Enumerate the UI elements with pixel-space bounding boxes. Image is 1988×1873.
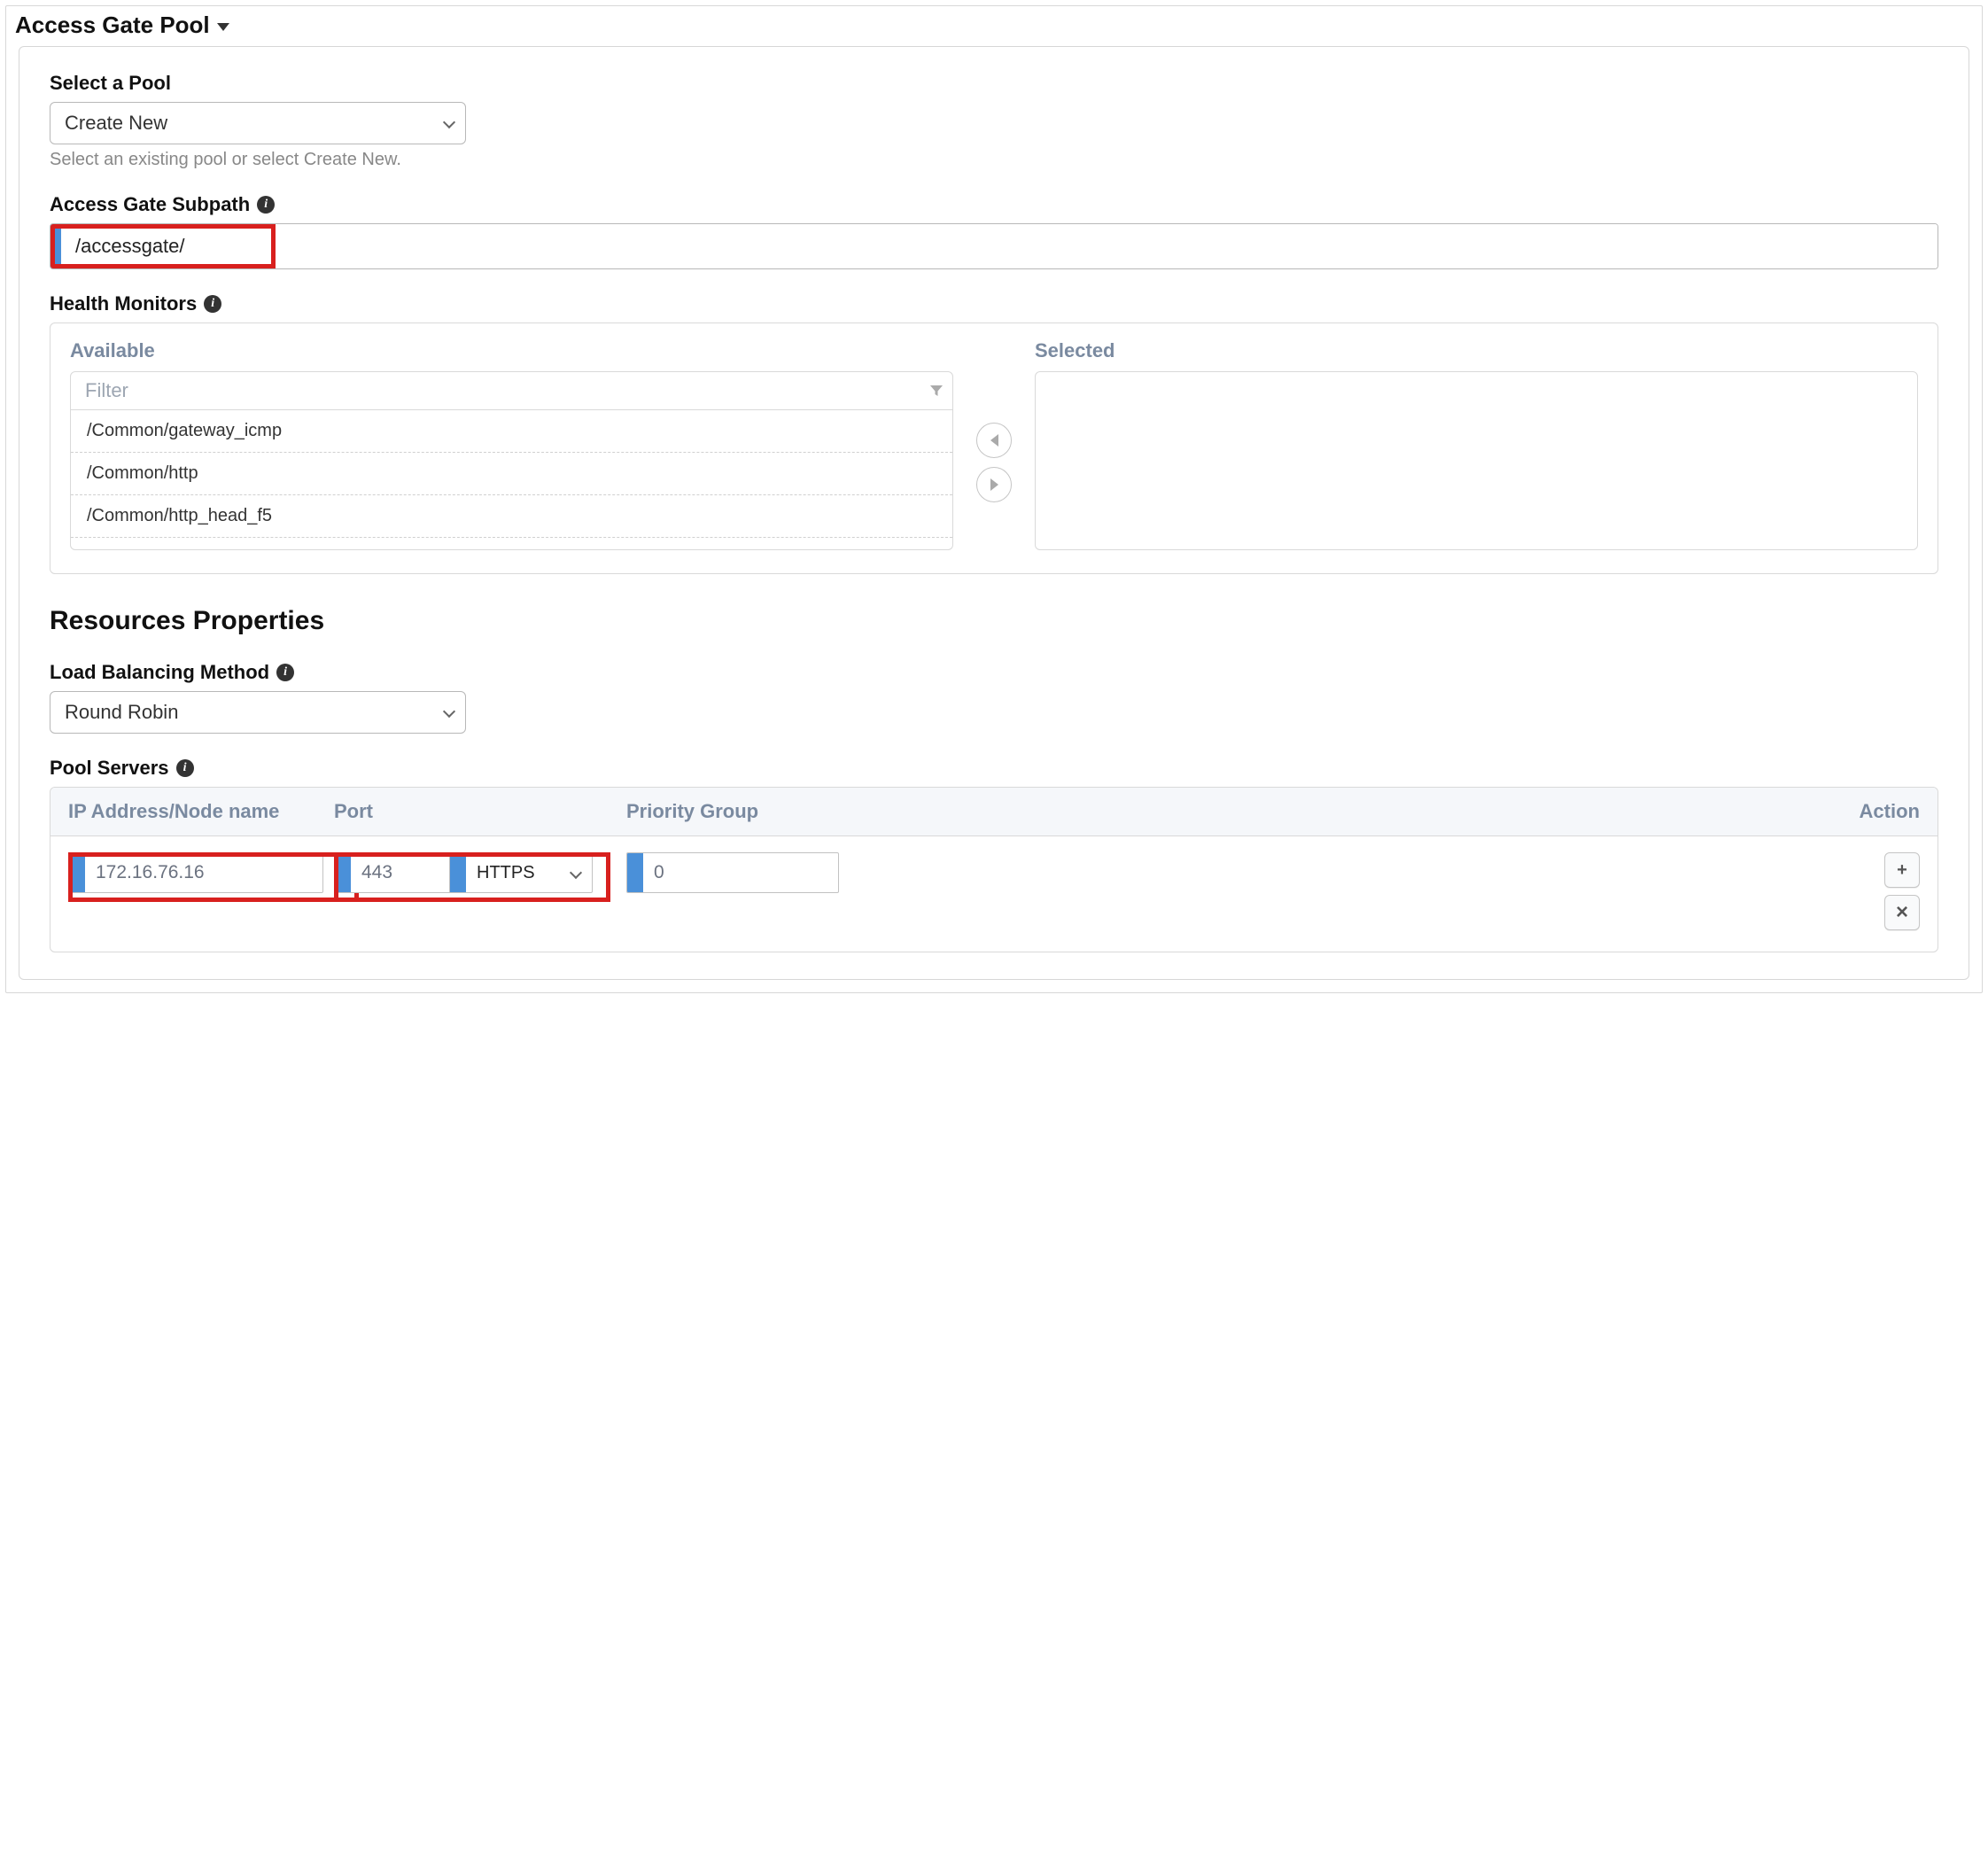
list-item[interactable]: /Common/http (71, 453, 952, 495)
col-prio-header: Priority Group (626, 800, 883, 823)
pool-select-value: Create New (65, 112, 167, 135)
cell-prio (626, 852, 883, 893)
resources-heading: Resources Properties (50, 606, 1938, 636)
required-strip (450, 853, 466, 892)
pool-select-box[interactable]: Create New (50, 102, 466, 144)
chevron-down-icon (560, 853, 592, 892)
required-strip (335, 853, 351, 892)
lb-label: Load Balancing Method i (50, 661, 1938, 684)
info-icon[interactable]: i (276, 664, 294, 681)
info-icon[interactable]: i (176, 759, 194, 777)
move-left-button[interactable] (976, 423, 1012, 458)
triangle-right-icon (990, 478, 998, 491)
priority-input[interactable] (643, 853, 839, 892)
section-title-text: Access Gate Pool (15, 12, 210, 39)
subpath-input-wrap[interactable] (50, 223, 1938, 269)
cell-ip (68, 852, 334, 893)
available-header: Available (70, 339, 953, 362)
add-row-button[interactable] (1884, 852, 1920, 888)
subpath-input[interactable] (61, 224, 1938, 268)
triangle-left-icon (990, 434, 998, 447)
pool-servers-label-text: Pool Servers (50, 757, 169, 780)
move-right-button[interactable] (976, 467, 1012, 502)
pool-select[interactable]: Create New (50, 102, 466, 144)
col-action-header: Action (883, 800, 1920, 823)
protocol-value: HTTPS (466, 853, 560, 892)
col-ip-header: IP Address/Node name (68, 800, 334, 823)
ip-input[interactable] (85, 853, 323, 892)
available-column: Available /Common/gateway_icmp /Common/h… (70, 339, 953, 550)
selected-list[interactable] (1035, 371, 1918, 550)
info-icon[interactable]: i (257, 196, 275, 214)
list-item[interactable]: /Common/http_head_f5 (71, 495, 952, 538)
selected-column: Selected (1035, 339, 1918, 550)
filter-row[interactable] (70, 371, 953, 410)
pool-label: Select a Pool (50, 72, 1938, 95)
pool-help-text: Select an existing pool or select Create… (50, 150, 1938, 170)
required-strip (50, 224, 61, 268)
pool-label-text: Select a Pool (50, 72, 171, 95)
cell-port: HTTPS (334, 852, 626, 893)
port-input-wrap[interactable] (334, 852, 449, 893)
health-monitors-panel: Available /Common/gateway_icmp /Common/h… (50, 323, 1938, 574)
pool-servers-table: IP Address/Node name Port Priority Group… (50, 787, 1938, 952)
section-panel: Select a Pool Create New Select an exist… (19, 46, 1969, 980)
filter-icon (929, 384, 944, 398)
remove-row-button[interactable] (1884, 895, 1920, 930)
health-monitors-label-text: Health Monitors (50, 292, 197, 315)
priority-input-wrap[interactable] (626, 852, 839, 893)
lb-label-text: Load Balancing Method (50, 661, 269, 684)
lb-select-value: Round Robin (65, 701, 178, 724)
list-item[interactable]: /Common/gateway_icmp (71, 410, 952, 453)
lb-select[interactable]: Round Robin (50, 691, 466, 734)
required-strip (69, 853, 85, 892)
available-list[interactable]: /Common/gateway_icmp /Common/http /Commo… (70, 410, 953, 550)
table-row: HTTPS (50, 836, 1938, 952)
config-section: Access Gate Pool Select a Pool Create Ne… (5, 5, 1983, 993)
section-header[interactable]: Access Gate Pool (15, 12, 229, 39)
col-port-header: Port (334, 800, 626, 823)
port-input[interactable] (351, 853, 449, 892)
cell-action (883, 852, 1920, 930)
lb-select-box[interactable]: Round Robin (50, 691, 466, 734)
pool-servers-label: Pool Servers i (50, 757, 1938, 780)
caret-down-icon (217, 23, 229, 31)
subpath-label: Access Gate Subpath i (50, 193, 1938, 216)
subpath-label-text: Access Gate Subpath (50, 193, 250, 216)
filter-input[interactable] (83, 378, 929, 403)
transfer-buttons (976, 339, 1012, 550)
selected-header: Selected (1035, 339, 1918, 362)
health-monitors-label: Health Monitors i (50, 292, 1938, 315)
ip-combo[interactable] (68, 852, 323, 893)
required-strip (627, 853, 643, 892)
port-group: HTTPS (334, 852, 593, 893)
protocol-select[interactable]: HTTPS (449, 852, 593, 893)
info-icon[interactable]: i (204, 295, 221, 313)
table-header: IP Address/Node name Port Priority Group… (50, 788, 1938, 836)
